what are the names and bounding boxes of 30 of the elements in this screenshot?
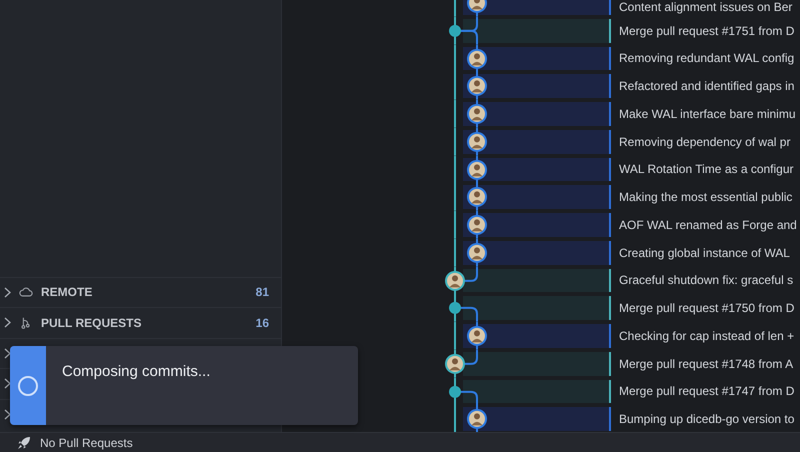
- commit-message[interactable]: Merge pull request #1751 from D: [611, 24, 794, 38]
- commit-message[interactable]: Merge pull request #1747 from D: [611, 384, 794, 398]
- section-label[interactable]: REMOTE: [41, 285, 248, 300]
- commit-message[interactable]: Merge pull request #1750 from D: [611, 301, 794, 316]
- commit-message[interactable]: AOF WAL renamed as Forge and: [611, 218, 797, 232]
- commit-message[interactable]: Make WAL interface bare minimu: [611, 106, 796, 121]
- chevron-icon[interactable]: [4, 348, 11, 359]
- section-count: 16: [256, 316, 269, 330]
- commit-message[interactable]: Creating global instance of WAL: [611, 246, 790, 260]
- chevron-icon[interactable]: [4, 317, 11, 328]
- spinner-icon: [17, 374, 39, 396]
- commit-message[interactable]: WAL Rotation Time as a configur: [611, 162, 794, 176]
- section-label[interactable]: PULL REQUESTS: [41, 316, 248, 330]
- commit-message[interactable]: Bumping up dicedb-go version to: [611, 412, 794, 426]
- commit-message[interactable]: Removing redundant WAL config: [611, 51, 794, 66]
- commit-message[interactable]: Removing dependency of wal pr: [611, 134, 790, 149]
- commit-message[interactable]: Graceful shutdown fix: graceful s: [611, 273, 794, 288]
- commit-message[interactable]: Content alignment issues on Ber: [611, 0, 792, 14]
- toast-message: Composing commits...: [61, 362, 210, 382]
- commit-message[interactable]: Checking for cap instead of len +: [611, 328, 794, 343]
- commit-message[interactable]: Merge pull request #1748 from A: [611, 356, 794, 371]
- section-count: 81: [256, 285, 269, 300]
- chevron-icon[interactable]: [4, 286, 11, 298]
- chevron-icon[interactable]: [4, 408, 11, 420]
- commit-message[interactable]: Making the most essential public: [611, 190, 792, 204]
- commit-message[interactable]: Refactored and identified gaps in: [611, 79, 794, 94]
- rocket-icon: [17, 436, 31, 450]
- chevron-icon[interactable]: [4, 378, 11, 390]
- status-text: No Pull Requests: [40, 436, 133, 450]
- cloud-icon: [19, 285, 33, 300]
